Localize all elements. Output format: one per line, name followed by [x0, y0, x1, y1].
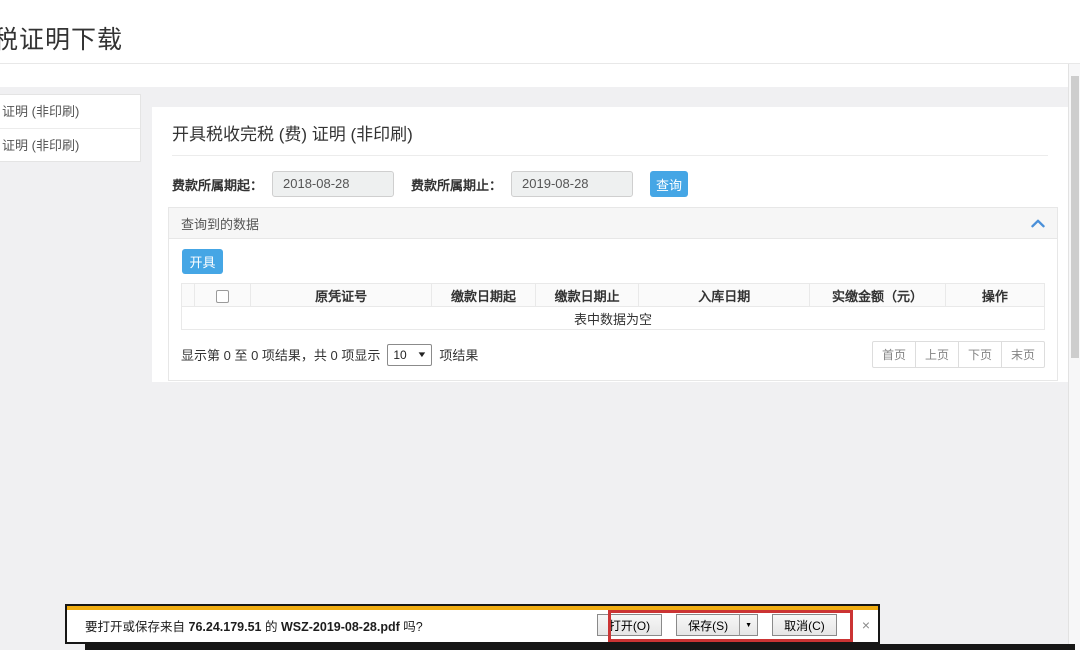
page-size-select[interactable]: 10 ▼ [387, 344, 432, 366]
download-notification-bar: 要打开或保存来自 76.24.179.51 的 WSZ-2019-08-28.p… [65, 604, 880, 644]
period-start-input[interactable]: 2018-08-28 [272, 171, 394, 197]
query-form: 费款所属期起： 2018-08-28 费款所属期止： 2019-08-28 查询 [172, 170, 688, 198]
pagination-info-suffix: 项结果 [439, 345, 478, 364]
pagination-row: 显示第 0 至 0 项结果，共 0 项显示 10 ▼ 项结果 首页 上页 下页 … [181, 330, 1045, 380]
period-end-input[interactable]: 2019-08-28 [511, 171, 633, 197]
download-host: 76.24.179.51 [189, 620, 262, 634]
title-divider [172, 155, 1048, 156]
period-start-label: 费款所属期起： [172, 175, 263, 194]
page-title: 税证明下载 [0, 20, 123, 56]
save-split-button: 保存(S) ▼ [676, 614, 758, 636]
main-panel-title: 开具税收完税 (费) 证明 (非印刷) [172, 120, 413, 145]
table-header-row: 原凭证号 缴款日期起 缴款日期止 入库日期 实缴金额（元） 操作 [182, 284, 1045, 307]
download-message-suffix: 吗? [403, 620, 422, 634]
col-voucher-no: 原凭证号 [251, 284, 432, 307]
vertical-scrollbar[interactable] [1068, 64, 1080, 650]
close-icon[interactable]: × [862, 618, 870, 632]
save-dropdown-icon[interactable]: ▼ [739, 614, 758, 636]
query-button[interactable]: 查询 [650, 171, 688, 197]
app-window: 税证明下载 证明 (非印刷) 证明 (非印刷) 开具税收完税 (费) 证明 (非… [0, 0, 1080, 650]
table-empty-row: 表中数据为空 [182, 307, 1045, 330]
last-page-button[interactable]: 末页 [1001, 341, 1045, 368]
col-pay-date-start: 缴款日期起 [432, 284, 536, 307]
next-page-button[interactable]: 下页 [958, 341, 1002, 368]
save-button[interactable]: 保存(S) [676, 614, 740, 636]
prev-page-button[interactable]: 上页 [915, 341, 959, 368]
collapse-chevron-up-icon[interactable] [1031, 219, 1045, 228]
cancel-button[interactable]: 取消(C) [772, 614, 837, 636]
pager-buttons: 首页 上页 下页 末页 [872, 341, 1045, 368]
pagination-info: 显示第 0 至 0 项结果，共 0 项显示 10 ▼ 项结果 [181, 344, 478, 366]
col-pay-date-end: 缴款日期止 [535, 284, 639, 307]
download-message: 要打开或保存来自 76.24.179.51 的 WSZ-2019-08-28.p… [85, 616, 423, 635]
sidebar: 证明 (非印刷) 证明 (非印刷) [0, 94, 141, 162]
results-panel-header[interactable]: 查询到的数据 [169, 208, 1057, 239]
results-panel-title: 查询到的数据 [181, 214, 259, 233]
col-actions: 操作 [945, 284, 1044, 307]
sidebar-item-certificate-2[interactable]: 证明 (非印刷) [0, 128, 140, 161]
first-page-button[interactable]: 首页 [872, 341, 916, 368]
open-button[interactable]: 打开(O) [597, 614, 662, 636]
pagination-info-prefix: 显示第 0 至 0 项结果，共 0 项显示 [181, 345, 380, 364]
notification-content: 要打开或保存来自 76.24.179.51 的 WSZ-2019-08-28.p… [67, 610, 878, 640]
empty-table-message: 表中数据为空 [182, 307, 1045, 330]
results-table: 原凭证号 缴款日期起 缴款日期止 入库日期 实缴金额（元） 操作 表中数据为空 [181, 283, 1045, 330]
download-buttons-group: 打开(O) 保存(S) ▼ 取消(C) [597, 614, 837, 636]
results-panel-body: 开具 原凭证号 缴款日期起 缴款日期止 入库日期 实缴金额（元） [169, 239, 1057, 380]
col-paid-amount: 实缴金额（元） [810, 284, 945, 307]
select-all-cell [194, 284, 250, 307]
period-end-label: 费款所属期止： [411, 175, 502, 194]
col-storage-date: 入库日期 [639, 284, 810, 307]
header-divider [0, 63, 1080, 64]
download-message-mid: 的 [265, 620, 278, 634]
page-size-value: 10 [393, 348, 406, 362]
select-all-checkbox[interactable] [216, 290, 229, 303]
sidebar-item-certificate-1[interactable]: 证明 (非印刷) [0, 95, 140, 128]
results-panel: 查询到的数据 开具 [168, 207, 1058, 381]
issue-button[interactable]: 开具 [182, 249, 223, 274]
scrollbar-thumb[interactable] [1071, 76, 1079, 358]
download-message-prefix: 要打开或保存来自 [85, 620, 185, 634]
download-filename: WSZ-2019-08-28.pdf [281, 620, 400, 634]
expander-column-header [182, 284, 195, 307]
main-panel: 开具税收完税 (费) 证明 (非印刷) 费款所属期起： 2018-08-28 费… [152, 107, 1068, 382]
taskbar-edge-strip [85, 644, 1075, 650]
select-caret-icon: ▼ [417, 350, 428, 359]
